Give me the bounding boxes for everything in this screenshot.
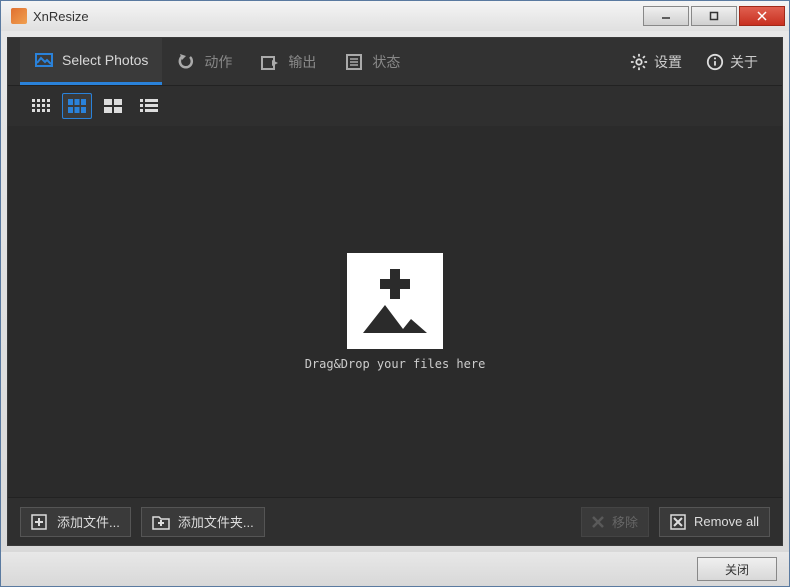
spacer xyxy=(414,38,618,85)
tab-label: 状态 xyxy=(372,52,400,72)
tab-status[interactable]: 状态 xyxy=(330,38,414,85)
remove-all-button[interactable]: Remove all xyxy=(659,507,770,537)
button-label: 关闭 xyxy=(725,561,749,578)
add-files-button[interactable]: 添加文件... xyxy=(20,507,131,537)
undo-icon xyxy=(176,52,196,72)
footer: 关闭 xyxy=(1,552,789,586)
tab-actions[interactable]: 动作 xyxy=(162,38,246,85)
remove-button: 移除 xyxy=(581,507,649,537)
about-label: 关于 xyxy=(730,52,758,72)
export-icon xyxy=(260,52,280,72)
button-label: Remove all xyxy=(694,514,759,529)
view-small-grid-button[interactable] xyxy=(26,93,56,119)
list-icon xyxy=(344,52,364,72)
clear-all-icon xyxy=(670,514,686,530)
tab-label: 动作 xyxy=(204,52,232,72)
add-file-icon xyxy=(31,514,49,530)
maximize-button[interactable] xyxy=(691,6,737,26)
drop-zone[interactable]: Drag&Drop your files here xyxy=(305,253,486,371)
close-app-button[interactable]: 关闭 xyxy=(697,557,777,581)
drop-image-icon xyxy=(347,253,443,349)
settings-button[interactable]: 设置 xyxy=(618,38,694,85)
button-label: 添加文件... xyxy=(57,512,120,531)
view-large-grid-button[interactable] xyxy=(98,93,128,119)
settings-label: 设置 xyxy=(654,52,682,72)
tab-output[interactable]: 输出 xyxy=(246,38,330,85)
add-folder-button[interactable]: 添加文件夹... xyxy=(141,507,265,537)
titlebar: XnResize xyxy=(1,1,789,31)
app-body: Select Photos 动作 输出 状态 xyxy=(7,37,783,546)
button-label: 移除 xyxy=(612,512,638,531)
view-list-button[interactable] xyxy=(134,93,164,119)
tab-bar: Select Photos 动作 输出 状态 xyxy=(8,38,782,86)
app-icon xyxy=(11,8,27,24)
content-area: Drag&Drop your files here xyxy=(8,126,782,497)
photos-icon xyxy=(34,50,54,70)
bottom-toolbar: 添加文件... 添加文件夹... 移除 Remove all xyxy=(8,497,782,545)
window-title: XnResize xyxy=(33,9,641,24)
close-button[interactable] xyxy=(739,6,785,26)
add-folder-icon xyxy=(152,514,170,530)
minimize-button[interactable] xyxy=(643,6,689,26)
drop-label: Drag&Drop your files here xyxy=(305,357,486,371)
view-medium-grid-button[interactable] xyxy=(62,93,92,119)
window-controls xyxy=(641,6,785,26)
tab-select-photos[interactable]: Select Photos xyxy=(20,38,162,85)
gear-icon xyxy=(630,53,648,71)
app-window: XnResize Select Photos xyxy=(0,0,790,587)
about-button[interactable]: 关于 xyxy=(694,38,770,85)
view-toolbar xyxy=(8,86,782,126)
tab-label: 输出 xyxy=(288,52,316,72)
tab-label: Select Photos xyxy=(62,52,148,68)
info-icon xyxy=(706,53,724,71)
button-label: 添加文件夹... xyxy=(178,512,254,531)
close-icon xyxy=(592,516,604,528)
